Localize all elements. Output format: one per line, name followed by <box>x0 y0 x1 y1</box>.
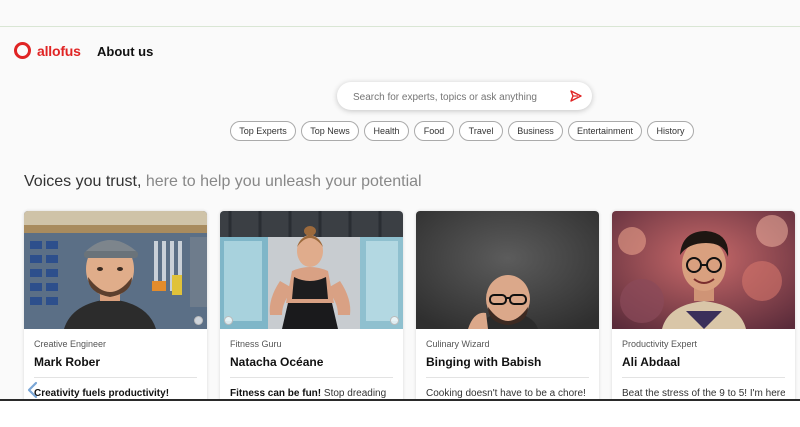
expert-blurb: Creativity fuels productivity! <box>34 388 170 399</box>
brand-ring-icon <box>14 42 31 59</box>
chip-health[interactable]: Health <box>364 121 409 141</box>
chip-top-news[interactable]: Top News <box>301 121 359 141</box>
expert-card[interactable]: Creative Engineer Mark Rober Creativity … <box>24 211 207 411</box>
chip-entertainment[interactable]: Entertainment <box>568 121 642 141</box>
expert-name[interactable]: Natacha Océane <box>230 355 393 369</box>
photo-next-icon[interactable] <box>390 316 399 325</box>
section-headline: Voices you trust, here to help you unlea… <box>24 173 422 191</box>
expert-photo-image <box>220 211 403 329</box>
nav-about-us-link[interactable]: About us <box>97 44 153 59</box>
expert-photo-image <box>24 211 207 329</box>
expert-photo-image <box>612 211 795 329</box>
chip-business[interactable]: Business <box>508 121 563 141</box>
expert-role: Productivity Expert <box>622 339 698 349</box>
chip-history[interactable]: History <box>647 121 694 141</box>
expert-name[interactable]: Mark Rober <box>34 355 197 369</box>
expert-photo <box>416 211 599 329</box>
expert-role: Creative Engineer <box>34 339 107 349</box>
card-divider <box>34 377 197 378</box>
photo-prev-icon[interactable] <box>224 316 233 325</box>
expert-role: Fitness Guru <box>230 339 282 349</box>
carousel-prev-icon[interactable] <box>25 381 41 399</box>
chip-top-experts[interactable]: Top Experts <box>230 121 296 141</box>
card-divider <box>426 377 589 378</box>
headline-strong: Voices you trust, <box>24 173 142 190</box>
expert-card[interactable]: Fitness Guru Natacha Océane Fitness can … <box>220 211 403 411</box>
topic-chips: Top Experts Top News Health Food Travel … <box>0 121 800 141</box>
expert-name[interactable]: Ali Abdaal <box>622 355 785 369</box>
chip-travel[interactable]: Travel <box>459 121 503 141</box>
headline-light: here to help you unleash your potential <box>141 173 422 190</box>
card-divider <box>622 377 785 378</box>
expert-blurb: Fitness can be fun! Stop dreading <box>230 388 387 399</box>
search-input[interactable] <box>351 87 565 107</box>
footer-area <box>0 401 800 427</box>
chip-food[interactable]: Food <box>414 121 454 141</box>
card-divider <box>230 377 393 378</box>
expert-photo <box>24 211 207 329</box>
brand-name: allofus <box>37 42 81 59</box>
expert-blurb: Beat the stress of the 9 to 5! I'm here <box>622 388 785 399</box>
search-bar <box>337 82 592 110</box>
photo-next-icon[interactable] <box>194 316 203 325</box>
expert-card[interactable]: Culinary Wizard Binging with Babish Cook… <box>416 211 599 411</box>
page: allofus About us Top Experts Top News He… <box>0 0 800 427</box>
expert-role: Culinary Wizard <box>426 339 490 349</box>
expert-photo <box>612 211 795 329</box>
top-divider <box>0 26 800 27</box>
expert-blurb: Cooking doesn't have to be a chore! <box>426 388 586 399</box>
expert-card[interactable]: Productivity Expert Ali Abdaal Beat the … <box>612 211 795 411</box>
expert-photo-image <box>416 211 599 329</box>
send-arrow-icon[interactable] <box>570 90 582 102</box>
brand-logo[interactable]: allofus <box>14 42 81 59</box>
expert-name[interactable]: Binging with Babish <box>426 355 589 369</box>
expert-photo <box>220 211 403 329</box>
